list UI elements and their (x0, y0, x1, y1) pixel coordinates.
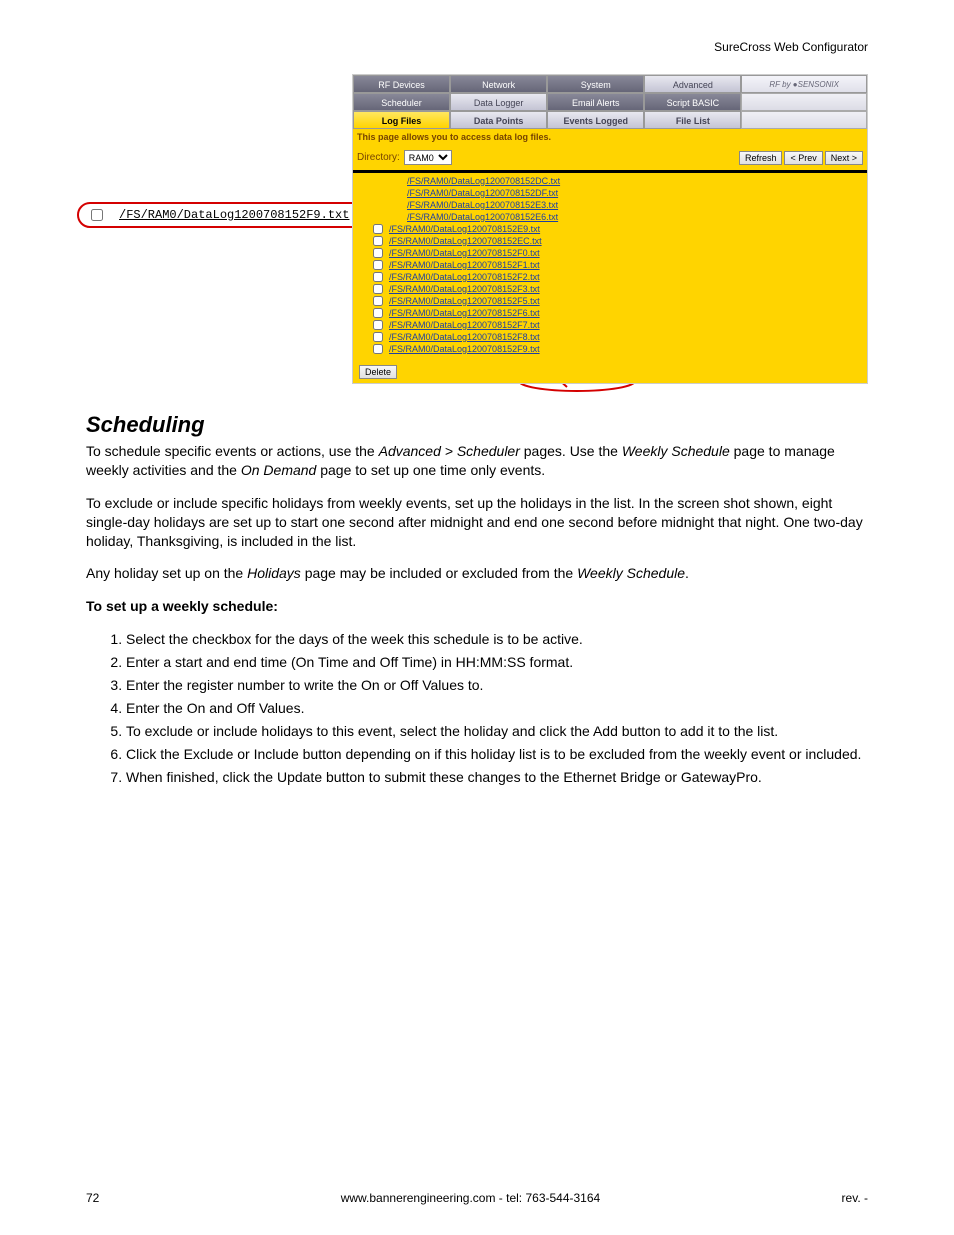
file-checkbox[interactable] (373, 248, 383, 258)
directory-label: Directory: (357, 152, 400, 163)
file-link[interactable]: /FS/RAM0/DataLog1200708152EC.txt (389, 235, 542, 247)
tab-row-3: Log Files Data Points Events Logged File… (353, 111, 867, 129)
file-link[interactable]: /FS/RAM0/DataLog1200708152E9.txt (389, 223, 540, 235)
file-checkbox[interactable] (373, 272, 383, 282)
tab-log-files[interactable]: Log Files (353, 111, 450, 129)
delete-button[interactable]: Delete (359, 365, 397, 379)
file-row: /FS/RAM0/DataLog1200708152F8.txt (373, 331, 865, 343)
file-link[interactable]: /FS/RAM0/DataLog1200708152F1.txt (389, 259, 540, 271)
paragraph-3: Any holiday set up on the Holidays page … (86, 564, 868, 583)
section-heading: Scheduling (86, 412, 868, 438)
step-item: Enter a start and end time (On Time and … (126, 653, 868, 672)
callout-filename: /FS/RAM0/DataLog1200708152F9.txt (119, 208, 349, 222)
header-right: SureCross Web Configurator (86, 40, 868, 54)
file-link[interactable]: /FS/RAM0/DataLog1200708152F7.txt (389, 319, 540, 331)
file-row: /FS/RAM0/DataLog1200708152F0.txt (373, 247, 865, 259)
callout-checkbox[interactable] (91, 209, 103, 221)
file-link[interactable]: /FS/RAM0/DataLog1200708152E6.txt (407, 211, 558, 223)
tab-empty-2 (741, 111, 867, 129)
file-checkbox[interactable] (373, 332, 383, 342)
footer-page: 72 (86, 1191, 99, 1205)
file-checkbox[interactable] (373, 224, 383, 234)
file-checkbox[interactable] (373, 320, 383, 330)
file-row: /FS/RAM0/DataLog1200708152F9.txt (373, 343, 865, 355)
screenshot-panel: /FS/RAM0/DataLog1200708152F9.txt RF Devi… (352, 74, 868, 384)
step-item: To exclude or include holidays to this e… (126, 722, 868, 741)
app-frame: RF Devices Network System Advanced RF by… (352, 74, 868, 384)
file-link[interactable]: /FS/RAM0/DataLog1200708152DF.txt (407, 187, 558, 199)
file-row: /FS/RAM0/DataLog1200708152EC.txt (373, 235, 865, 247)
page-description: This page allows you to access data log … (353, 129, 867, 145)
file-row: /FS/RAM0/DataLog1200708152F1.txt (373, 259, 865, 271)
file-checkbox[interactable] (373, 308, 383, 318)
refresh-button[interactable]: Refresh (739, 151, 783, 165)
footer-right: rev. - (842, 1191, 868, 1205)
tab-script-basic[interactable]: Script BASIC (644, 93, 741, 111)
paragraph-2: To exclude or include specific holidays … (86, 494, 868, 551)
paragraph-1: To schedule specific events or actions, … (86, 442, 868, 480)
directory-select[interactable]: RAM0 (404, 150, 452, 165)
footer: 72 www.bannerengineering.com - tel: 763-… (86, 1191, 868, 1205)
footer-center: www.bannerengineering.com - tel: 763-544… (341, 1191, 601, 1205)
file-link[interactable]: /FS/RAM0/DataLog1200708152F2.txt (389, 271, 540, 283)
step-item: Click the Exclude or Include button depe… (126, 745, 868, 764)
file-row: /FS/RAM0/DataLog1200708152F7.txt (373, 319, 865, 331)
tab-events-logged[interactable]: Events Logged (547, 111, 644, 129)
tab-scheduler[interactable]: Scheduler (353, 93, 450, 111)
tab-email-alerts[interactable]: Email Alerts (547, 93, 644, 111)
file-row: /FS/RAM0/DataLog1200708152F6.txt (373, 307, 865, 319)
directory-row: Directory: RAM0 Refresh < Prev Next > (353, 145, 867, 170)
tab-data-points[interactable]: Data Points (450, 111, 547, 129)
brand-label: RF by ●SENSONIX (741, 75, 867, 93)
file-row: /FS/RAM0/DataLog1200708152F5.txt (373, 295, 865, 307)
file-row: /FS/RAM0/DataLog1200708152F2.txt (373, 271, 865, 283)
step-item: Enter the On and Off Values. (126, 699, 868, 718)
file-row: /FS/RAM0/DataLog1200708152E9.txt (373, 223, 865, 235)
file-checkbox[interactable] (373, 296, 383, 306)
tab-file-list[interactable]: File List (644, 111, 741, 129)
file-link[interactable]: /FS/RAM0/DataLog1200708152DC.txt (407, 175, 560, 187)
file-link[interactable]: /FS/RAM0/DataLog1200708152F3.txt (389, 283, 540, 295)
step-item: Enter the register number to write the O… (126, 676, 868, 695)
file-list: /FS/RAM0/DataLog1200708152DC.txt /FS/RAM… (353, 173, 867, 361)
delete-row: Delete (353, 361, 867, 383)
tab-row-2: Scheduler Data Logger Email Alerts Scrip… (353, 93, 867, 111)
next-button[interactable]: Next > (825, 151, 863, 165)
tab-empty-1 (741, 93, 867, 111)
file-row: /FS/RAM0/DataLog1200708152DF.txt (373, 187, 865, 199)
file-link[interactable]: /FS/RAM0/DataLog1200708152E3.txt (407, 199, 558, 211)
file-row: /FS/RAM0/DataLog1200708152F3.txt (373, 283, 865, 295)
tab-rf-devices[interactable]: RF Devices (353, 75, 450, 93)
steps-list: Select the checkbox for the days of the … (86, 630, 868, 786)
file-link[interactable]: /FS/RAM0/DataLog1200708152F5.txt (389, 295, 540, 307)
tab-advanced[interactable]: Advanced (644, 75, 741, 93)
prev-button[interactable]: < Prev (784, 151, 822, 165)
file-row: /FS/RAM0/DataLog1200708152DC.txt (373, 175, 865, 187)
callout-zoom: /FS/RAM0/DataLog1200708152F9.txt (77, 202, 385, 228)
tab-system[interactable]: System (547, 75, 644, 93)
file-row: /FS/RAM0/DataLog1200708152E6.txt (373, 211, 865, 223)
file-checkbox[interactable] (373, 260, 383, 270)
step-item: Select the checkbox for the days of the … (126, 630, 868, 649)
tab-data-logger[interactable]: Data Logger (450, 93, 547, 111)
file-checkbox[interactable] (373, 236, 383, 246)
setup-heading: To set up a weekly schedule: (86, 597, 868, 616)
file-link[interactable]: /FS/RAM0/DataLog1200708152F6.txt (389, 307, 540, 319)
tab-network[interactable]: Network (450, 75, 547, 93)
file-checkbox[interactable] (373, 344, 383, 354)
file-row: /FS/RAM0/DataLog1200708152E3.txt (373, 199, 865, 211)
file-link[interactable]: /FS/RAM0/DataLog1200708152F0.txt (389, 247, 540, 259)
file-checkbox[interactable] (373, 284, 383, 294)
file-link[interactable]: /FS/RAM0/DataLog1200708152F8.txt (389, 331, 540, 343)
file-link[interactable]: /FS/RAM0/DataLog1200708152F9.txt (389, 343, 540, 355)
step-item: When finished, click the Update button t… (126, 768, 868, 787)
tab-row-1: RF Devices Network System Advanced RF by… (353, 75, 867, 93)
